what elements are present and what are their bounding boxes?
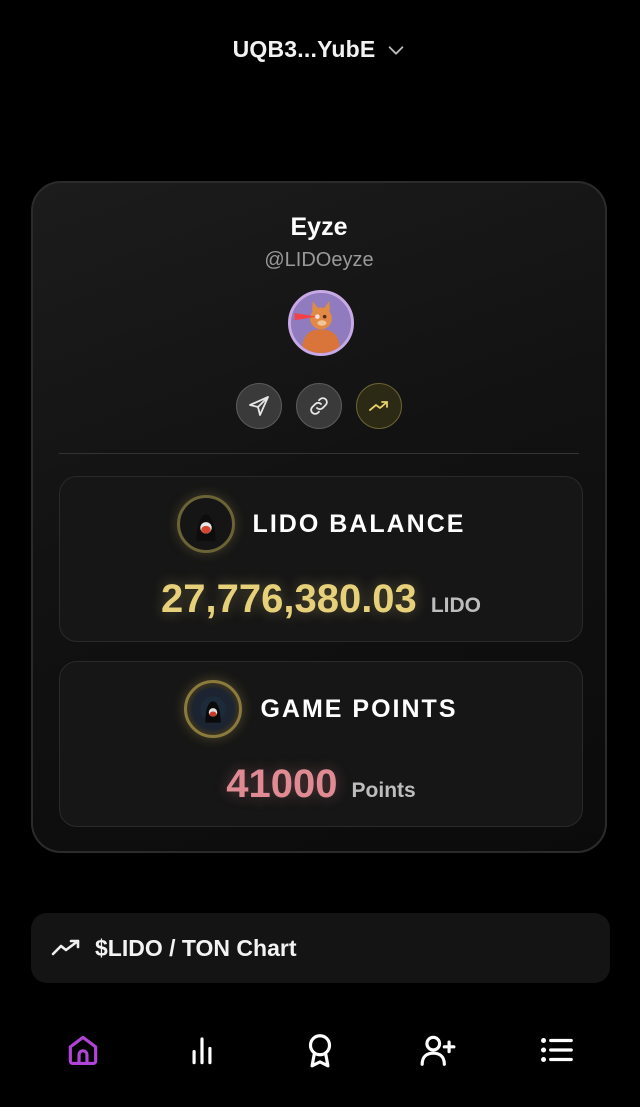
nav-stats[interactable]: [174, 1022, 230, 1078]
divider: [59, 453, 579, 454]
wallet-selector[interactable]: UQB3...YubE: [0, 36, 640, 63]
profile-name: Eyze: [290, 213, 348, 241]
stats-icon: [192, 1037, 212, 1065]
nav-home[interactable]: [55, 1022, 111, 1078]
avatar: [288, 290, 354, 356]
menu-icon: [540, 1037, 573, 1063]
balance-title: LIDO BALANCE: [252, 509, 466, 538]
add-friend-icon: [420, 1035, 456, 1066]
profile-actions: [33, 383, 605, 429]
chart-link[interactable]: $LIDO / TON Chart: [31, 913, 610, 983]
profile-card: Eyze @LIDOeyze LIDO BALANCE 27,776,380.0…: [31, 181, 607, 853]
points-unit: Points: [351, 779, 416, 802]
lido-balance-panel: LIDO BALANCE 27,776,380.03 LIDO: [59, 476, 583, 642]
game-points-panel: GAME POINTS 41000 Points: [59, 661, 583, 827]
trending-button[interactable]: [356, 383, 402, 429]
bottom-nav: [0, 1015, 640, 1085]
trending-up-icon: [369, 401, 388, 411]
send-icon: [249, 396, 269, 416]
lido-coin-icon: [176, 495, 235, 553]
nav-rewards[interactable]: [292, 1022, 348, 1078]
chevron-down-icon: [389, 45, 404, 55]
nav-friends[interactable]: [410, 1022, 466, 1078]
copy-link-button[interactable]: [296, 383, 342, 429]
game-coin-icon: [184, 680, 243, 738]
profile-handle: @LIDOeyze: [264, 249, 374, 271]
home-icon: [68, 1035, 98, 1066]
balance-unit: LIDO: [430, 594, 481, 617]
link-icon: [310, 397, 328, 415]
wallet-address: UQB3...YubE: [232, 36, 376, 62]
trending-up-icon: [51, 939, 80, 956]
balance-amount: 27,776,380.03: [161, 577, 417, 621]
points-amount: 41000: [226, 762, 338, 806]
chart-link-label: $LIDO / TON Chart: [95, 934, 297, 961]
badge-icon: [308, 1034, 332, 1068]
points-title: GAME POINTS: [260, 694, 458, 723]
share-button[interactable]: [236, 383, 282, 429]
nav-menu[interactable]: [529, 1022, 585, 1078]
